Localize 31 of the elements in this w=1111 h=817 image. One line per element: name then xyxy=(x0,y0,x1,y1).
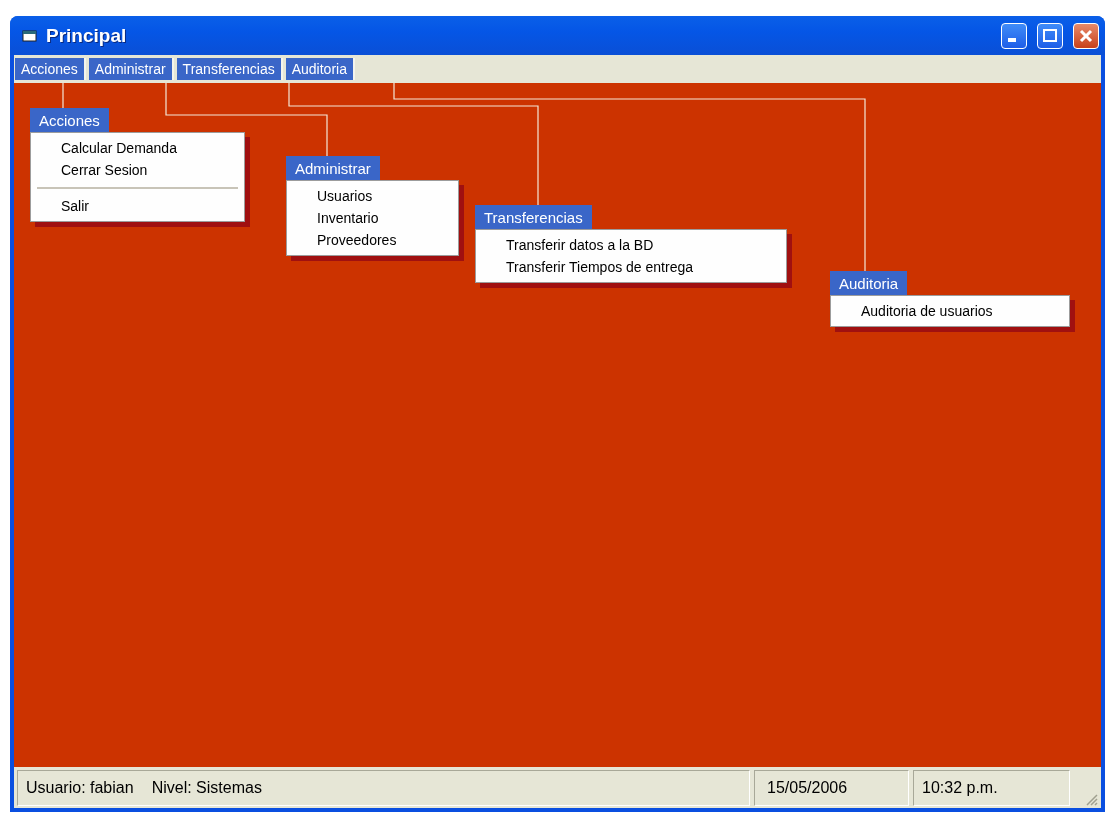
menu-item[interactable]: Proveedores xyxy=(287,229,458,251)
menu-item[interactable]: Calcular Demanda xyxy=(31,137,244,159)
user-label: Usuario: fabian xyxy=(26,778,134,797)
menu-bar-item[interactable]: Auditoria xyxy=(285,58,355,80)
menu-item[interactable]: Transferir Tiempos de entrega xyxy=(476,256,786,278)
time-panel: 10:32 p.m. xyxy=(913,769,1070,806)
menu-item[interactable]: Inventario xyxy=(287,207,458,229)
level-label: Nivel: Sistemas xyxy=(151,778,262,797)
close-icon xyxy=(1078,27,1094,44)
menu-item[interactable]: Transferir datos a la BD xyxy=(476,234,786,256)
menu-item[interactable]: Cerrar Sesion xyxy=(31,159,244,181)
leader-line xyxy=(62,83,64,109)
maximize-icon xyxy=(1042,28,1058,43)
menu-title[interactable]: Auditoria xyxy=(830,271,908,295)
window-title: Principal xyxy=(46,24,128,47)
window-icon xyxy=(22,28,38,43)
menu-title[interactable]: Acciones xyxy=(30,108,109,132)
close-button[interactable] xyxy=(1073,22,1099,49)
maximize-button[interactable] xyxy=(1037,22,1063,49)
date-panel: 15/05/2006 xyxy=(754,769,909,806)
menu-title[interactable]: Transferencias xyxy=(475,205,592,229)
menu-item[interactable]: Auditoria de usuarios xyxy=(831,300,1069,322)
menu-bar-item[interactable]: Acciones xyxy=(15,58,86,80)
menu-item[interactable]: Salir xyxy=(31,195,244,217)
menu-title[interactable]: Administrar xyxy=(286,156,380,180)
minimize-button[interactable] xyxy=(1001,22,1027,49)
resize-grip-icon[interactable] xyxy=(1084,791,1098,806)
menu-item[interactable]: Usuarios xyxy=(287,185,458,207)
minimize-icon xyxy=(1007,38,1016,42)
menu-bar-item[interactable]: Administrar xyxy=(88,58,174,80)
menu-bar-item[interactable]: Transferencias xyxy=(176,58,283,80)
